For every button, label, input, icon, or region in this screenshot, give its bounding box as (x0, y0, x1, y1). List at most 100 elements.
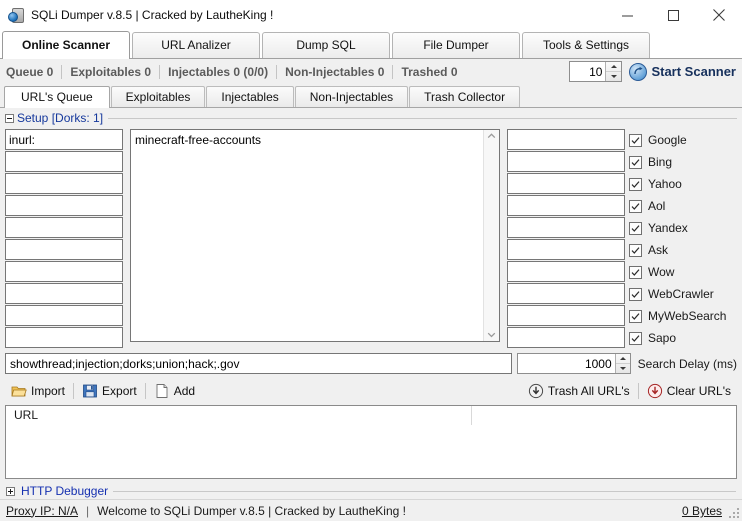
dork-right-input-3[interactable] (507, 173, 625, 194)
filter-keywords-input[interactable] (5, 353, 512, 374)
dork-left-input-6[interactable] (5, 239, 123, 260)
dork-left-input-1[interactable] (5, 129, 123, 150)
proxy-ip-status[interactable]: Proxy IP: N/A (6, 504, 78, 518)
dork-right-column (507, 129, 625, 348)
engine-yahoo[interactable]: Yahoo (629, 173, 737, 195)
dork-right-input-7[interactable] (507, 261, 625, 282)
engine-label: Yandex (648, 221, 688, 235)
dork-left-input-7[interactable] (5, 261, 123, 282)
checkbox-checked-icon[interactable] (629, 287, 642, 301)
close-button[interactable] (696, 1, 742, 30)
toolbar-divider (144, 383, 146, 399)
dork-left-input-4[interactable] (5, 195, 123, 216)
spinner-down-icon[interactable] (606, 72, 621, 81)
counters-bar: Queue 0 Exploitables 0 Injectables 0 (0/… (0, 59, 742, 85)
checkbox-checked-icon[interactable] (629, 133, 642, 147)
floppy-save-icon (82, 383, 98, 399)
engine-webcrawler[interactable]: WebCrawler (629, 283, 737, 305)
http-debugger-group: HTTP Debugger (5, 483, 737, 499)
status-divider: | (86, 503, 90, 518)
engine-google[interactable]: Google (629, 129, 737, 151)
setup-body: minecraft-free-accounts (5, 129, 737, 349)
engine-ask[interactable]: Ask (629, 239, 737, 261)
checkbox-checked-icon[interactable] (629, 331, 642, 345)
dork-left-input-2[interactable] (5, 151, 123, 172)
subtab-exploitables[interactable]: Exploitables (110, 86, 206, 107)
subtab-urls-queue[interactable]: URL's Queue (4, 86, 110, 108)
maximize-button[interactable] (650, 1, 696, 30)
engine-label: WebCrawler (648, 287, 714, 301)
checkbox-checked-icon[interactable] (629, 309, 642, 323)
import-button[interactable]: Import (5, 380, 71, 402)
checkbox-checked-icon[interactable] (629, 243, 642, 257)
dork-left-input-10[interactable] (5, 327, 123, 348)
tab-dump-sql[interactable]: Dump SQL (262, 32, 390, 58)
engine-yandex[interactable]: Yandex (629, 217, 737, 239)
engine-label: Yahoo (648, 177, 682, 191)
dork-right-input-10[interactable] (507, 327, 625, 348)
new-page-icon (154, 383, 170, 399)
keywords-scrollbar[interactable] (483, 130, 499, 341)
collapse-minus-icon[interactable] (5, 113, 14, 123)
checkbox-checked-icon[interactable] (629, 265, 642, 279)
checkbox-checked-icon[interactable] (629, 221, 642, 235)
clear-urls-button[interactable]: Clear URL's (641, 380, 737, 402)
tab-url-analizer[interactable]: URL Analizer (132, 32, 260, 58)
dork-right-input-5[interactable] (507, 217, 625, 238)
scroll-up-icon[interactable] (487, 132, 496, 141)
counter-non-injectables: Non-Injectables 0 (285, 65, 385, 79)
threads-input[interactable] (570, 62, 606, 81)
subtab-trash-collector[interactable]: Trash Collector (409, 86, 521, 107)
engine-bing[interactable]: Bing (629, 151, 737, 173)
url-list-body[interactable] (6, 426, 736, 478)
export-button[interactable]: Export (76, 380, 143, 402)
minimize-button[interactable] (604, 1, 650, 30)
tab-file-dumper[interactable]: File Dumper (392, 32, 520, 58)
scroll-down-icon[interactable] (487, 330, 496, 339)
checkbox-checked-icon[interactable] (629, 155, 642, 169)
dork-left-input-3[interactable] (5, 173, 123, 194)
search-delay-stepper[interactable] (516, 353, 631, 374)
dork-left-input-8[interactable] (5, 283, 123, 304)
dork-left-input-9[interactable] (5, 305, 123, 326)
trash-all-urls-button[interactable]: Trash All URL's (522, 380, 636, 402)
add-button[interactable]: Add (148, 380, 201, 402)
engine-aol[interactable]: Aol (629, 195, 737, 217)
spinner-up-icon[interactable] (615, 354, 630, 364)
subtab-injectables[interactable]: Injectables (206, 86, 294, 107)
start-scanner-button[interactable]: Start Scanner (629, 62, 736, 81)
dork-left-input-5[interactable] (5, 217, 123, 238)
application-window: SQLi Dumper v.8.5 | Cracked by LautheKin… (0, 0, 742, 521)
engine-wow[interactable]: Wow (629, 261, 737, 283)
dork-right-input-6[interactable] (507, 239, 625, 260)
url-list[interactable]: URL (5, 405, 737, 479)
dork-right-input-8[interactable] (507, 283, 625, 304)
tab-tools-settings[interactable]: Tools & Settings (522, 32, 650, 58)
threads-stepper[interactable] (569, 61, 623, 82)
dork-left-column (5, 129, 123, 348)
expand-plus-icon[interactable] (6, 486, 15, 496)
tab-online-scanner[interactable]: Online Scanner (2, 31, 130, 59)
keywords-textarea[interactable]: minecraft-free-accounts (131, 130, 483, 341)
engine-label: Google (648, 133, 687, 147)
subtab-non-injectables[interactable]: Non-Injectables (294, 86, 409, 107)
spinner-up-icon[interactable] (606, 62, 622, 72)
spinner-down-icon[interactable] (616, 364, 630, 373)
add-label: Add (173, 384, 196, 398)
engine-label: Ask (648, 243, 669, 257)
dork-right-input-4[interactable] (507, 195, 625, 216)
search-delay-input[interactable] (517, 354, 615, 373)
checkbox-checked-icon[interactable] (629, 199, 642, 213)
status-bar-right: 0 Bytes (682, 500, 722, 522)
group-divider (113, 490, 736, 492)
dork-right-input-9[interactable] (507, 305, 625, 326)
column-header-url[interactable]: URL (6, 406, 472, 425)
dork-right-input-2[interactable] (507, 151, 625, 172)
column-header-secondary[interactable] (472, 406, 480, 425)
resize-grip[interactable] (727, 506, 739, 518)
dork-right-input-1[interactable] (507, 129, 625, 150)
checkbox-checked-icon[interactable] (629, 177, 642, 191)
status-bar: Proxy IP: N/A | Welcome to SQLi Dumper v… (0, 499, 742, 521)
engine-sapo[interactable]: Sapo (629, 327, 737, 349)
engine-mywebsearch[interactable]: MyWebSearch (629, 305, 737, 327)
